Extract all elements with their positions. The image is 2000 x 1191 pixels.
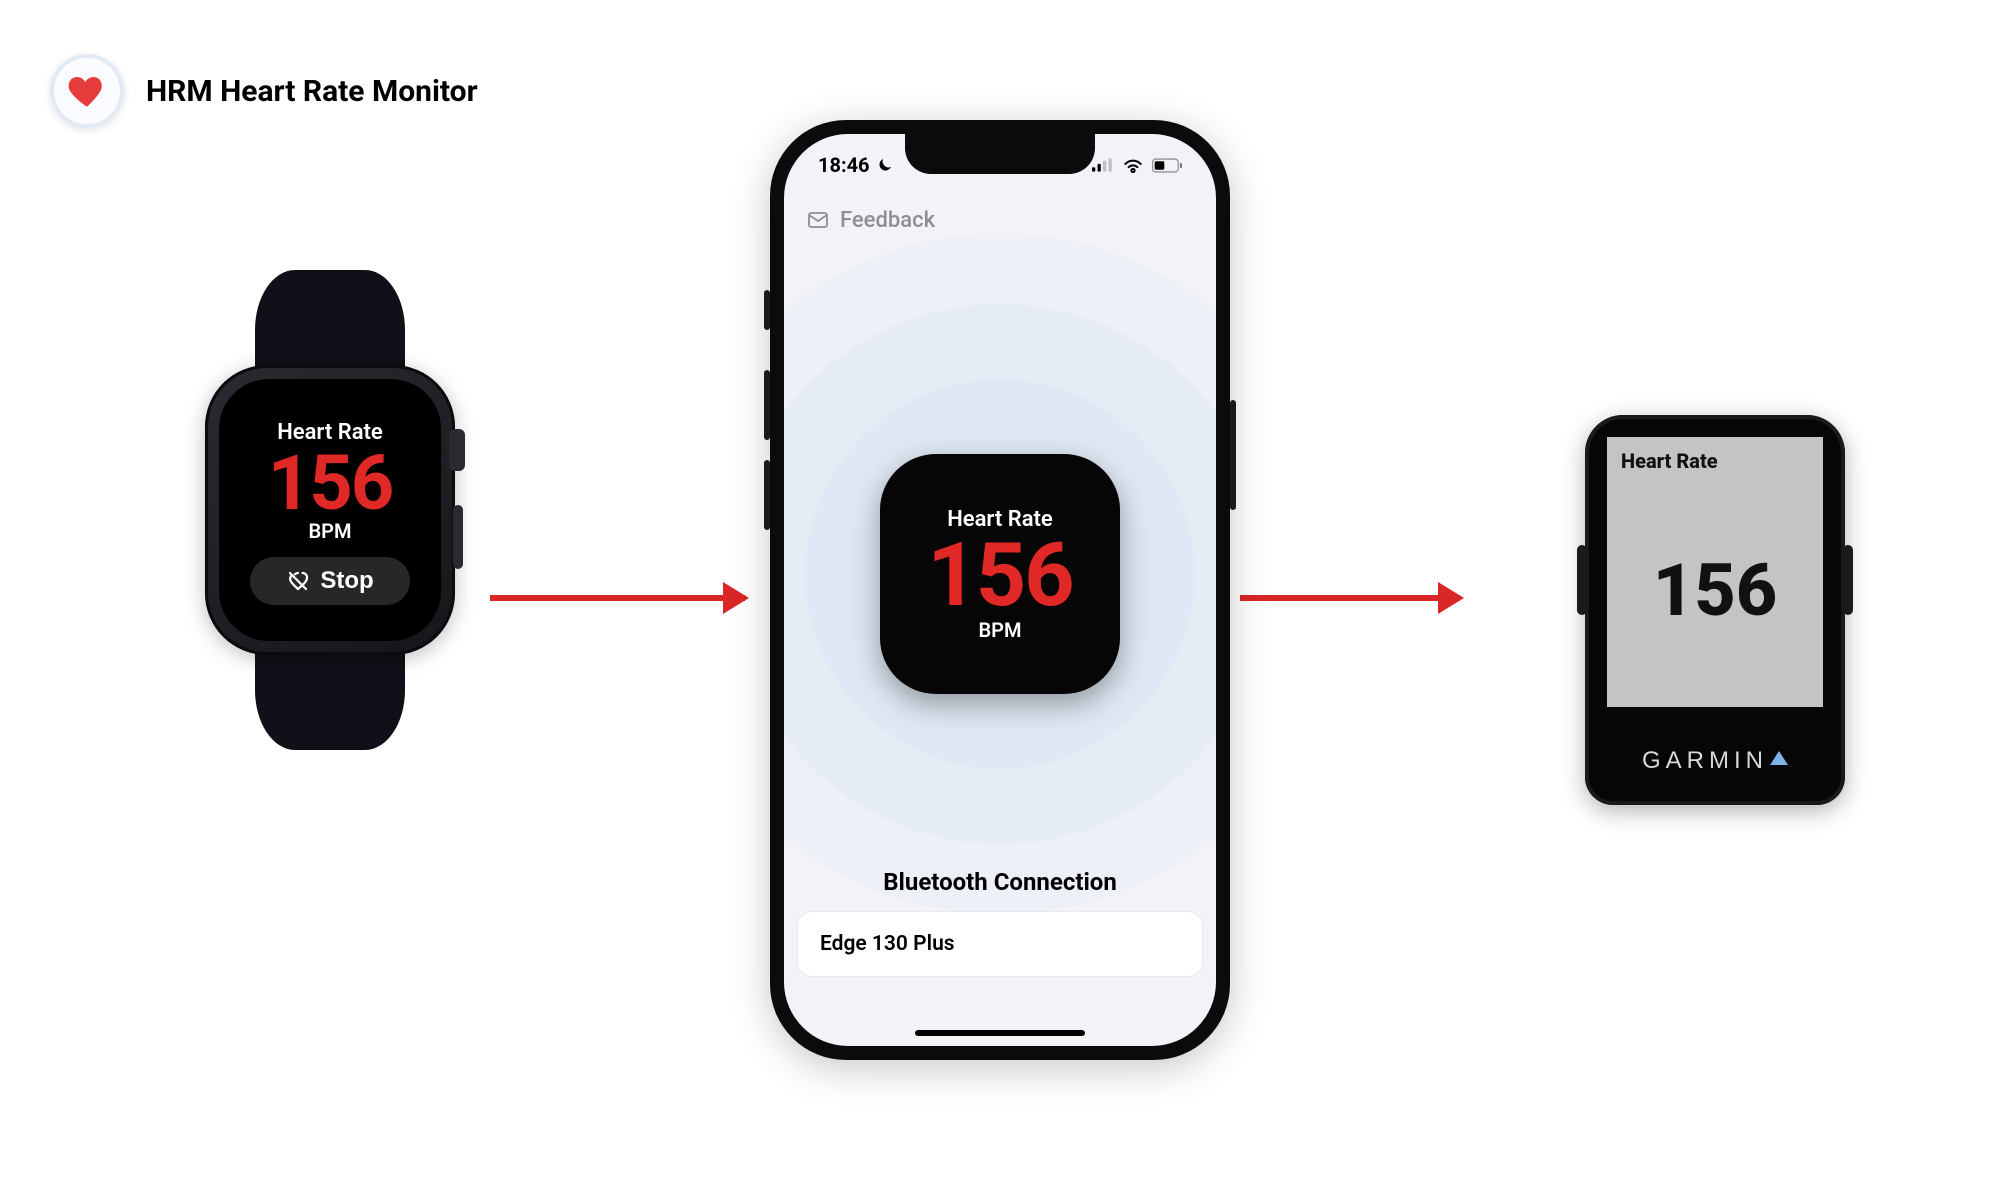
heart-off-icon	[286, 569, 310, 593]
garmin-screen: Heart Rate 156	[1607, 437, 1823, 707]
cellular-signal-icon	[1092, 158, 1114, 172]
phone-screen: 18:46	[784, 134, 1216, 1046]
watch-heart-rate-unit: BPM	[308, 519, 351, 543]
envelope-icon	[806, 208, 830, 232]
bluetooth-title: Bluetooth Connection	[798, 868, 1202, 896]
heart-icon	[66, 70, 108, 112]
phone-side-button	[1230, 400, 1236, 510]
garmin-brand: GARMIN	[1585, 747, 1845, 775]
garmin-side-button	[1843, 545, 1853, 615]
phone-side-button	[764, 370, 770, 440]
tile-heart-rate-value: 156	[927, 532, 1072, 620]
phone-side-button	[764, 460, 770, 530]
iphone: 18:46	[770, 120, 1230, 1060]
garmin-logo-icon	[1770, 751, 1788, 765]
phone-content: Heart Rate 156 BPM Bluetooth Connection …	[784, 244, 1216, 1046]
watch-heart-rate-value: 156	[268, 445, 393, 521]
moon-icon	[876, 156, 894, 174]
phone-notch	[905, 134, 1095, 174]
garmin-heart-rate-label: Heart Rate	[1621, 449, 1809, 473]
flow-arrow-icon	[490, 595, 745, 601]
digital-crown	[449, 429, 465, 471]
status-time: 18:46	[818, 153, 870, 177]
wifi-icon	[1122, 157, 1144, 173]
bluetooth-section: Bluetooth Connection Edge 130 Plus	[784, 868, 1216, 976]
bluetooth-device-name: Edge 130 Plus	[820, 932, 955, 956]
feedback-link[interactable]: Feedback	[840, 208, 935, 233]
garmin-brand-label: GARMIN	[1642, 747, 1768, 775]
tile-heart-rate-unit: BPM	[978, 618, 1021, 642]
watch-side-button	[453, 505, 463, 569]
battery-icon	[1152, 158, 1182, 173]
phone-side-button	[764, 290, 770, 330]
app-title: HRM Heart Rate Monitor	[146, 74, 478, 109]
garmin-device: Heart Rate 156 GARMIN	[1585, 415, 1845, 805]
garmin-heart-rate-value: 156	[1621, 473, 1809, 707]
diagram-stage: Heart Rate 156 BPM Stop	[0, 115, 2000, 1065]
garmin-side-button	[1577, 545, 1587, 615]
flow-arrow-icon	[1240, 595, 1460, 601]
home-indicator	[915, 1030, 1085, 1036]
stop-button-label: Stop	[320, 567, 373, 595]
bluetooth-device-item[interactable]: Edge 130 Plus	[798, 912, 1202, 976]
watch-case: Heart Rate 156 BPM Stop	[205, 365, 455, 655]
heart-rate-tile: Heart Rate 156 BPM	[880, 454, 1120, 694]
stop-button[interactable]: Stop	[250, 557, 410, 605]
apple-watch: Heart Rate 156 BPM Stop	[205, 365, 455, 655]
watch-screen: Heart Rate 156 BPM Stop	[219, 379, 441, 641]
garmin-body: Heart Rate 156 GARMIN	[1585, 415, 1845, 805]
